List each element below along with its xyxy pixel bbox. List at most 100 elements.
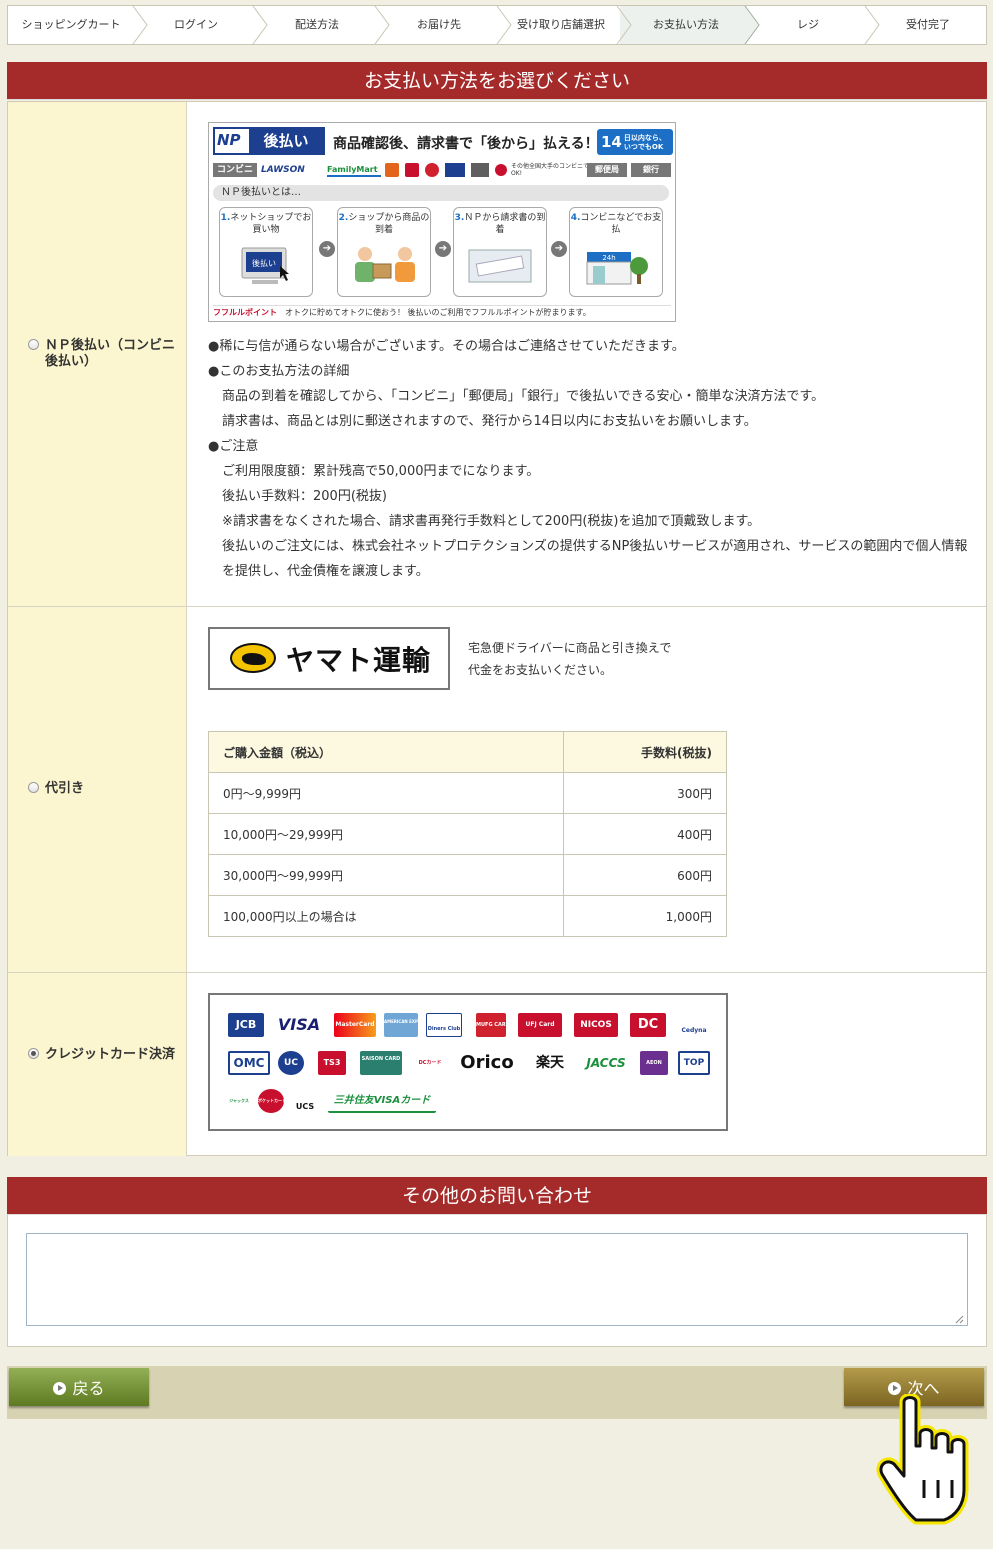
- resize-grip-icon[interactable]: [955, 1315, 964, 1324]
- payment-option-cod: 代引き ヤマト運輸 宅急便ドライバーに商品と引き換えで 代金をお支払いください。…: [8, 607, 986, 973]
- np-detail-line: ●このお支払方法の詳細: [208, 364, 350, 379]
- np-step-1: 1.ネットショップでお買い物 後払い: [219, 207, 313, 297]
- invoice-icon: [468, 249, 532, 283]
- uc-logo: UC: [278, 1051, 304, 1075]
- top-card-logo: TOP: [678, 1051, 710, 1075]
- jaccs-logo: JACCS: [586, 1056, 626, 1070]
- card-radio-option[interactable]: クレジットカード決済: [28, 1047, 178, 1063]
- np-slogan: 商品確認後、請求書で「後から」払える！: [333, 136, 599, 152]
- aeon-logo: AEON: [640, 1051, 668, 1075]
- step-delivery-address: お届け先: [417, 18, 461, 31]
- smbc-visa-logo: 三井住友VISAカード: [328, 1089, 436, 1113]
- mastercard-logo: MasterCard: [334, 1013, 376, 1037]
- step-store-select: 受け取り店舗選択: [517, 18, 605, 31]
- saison-logo: SAISON CARD: [360, 1051, 402, 1075]
- mufg-logo: MUFG CARD: [476, 1013, 506, 1037]
- arrow-right-icon: ➔: [551, 241, 567, 257]
- store-icon: [445, 163, 465, 177]
- step-payment-method: お支払い方法: [620, 6, 746, 44]
- yamato-cat-icon: [230, 643, 276, 673]
- np-logo: NP 後払い: [213, 127, 325, 155]
- pocket-card-logo: ポケットカード: [258, 1089, 284, 1113]
- orico-logo: Orico: [460, 1052, 514, 1073]
- option-label-cell: 代引き: [8, 607, 187, 972]
- nicos-logo: NICOS: [574, 1013, 618, 1037]
- inquiry-body: [7, 1215, 987, 1347]
- option-label-cell: クレジットカード決済: [8, 973, 187, 1156]
- np-detail-line: ●ご注意: [208, 439, 259, 454]
- np-detail-line: ※請求書をなくされた場合、請求書再発行手数料として200円(税抜)を追加で頂戴致…: [222, 514, 761, 529]
- cedyna-logo: Cedyna: [681, 1027, 707, 1034]
- payment-option-np: ＮＰ後払い（コンビニ後払い） NP 後払い 商品確認後、請求書で「後から」払える…: [8, 102, 986, 607]
- step-separator-icon: [864, 6, 880, 44]
- step-separator-icon: [616, 6, 632, 44]
- store-icon: [405, 163, 419, 177]
- column-header-amount: ご購入金額（税込）: [208, 731, 564, 773]
- np-detail-line: 請求書は、商品とは別に郵送されますので、発行から14日以内にお支払いをお願いしま…: [222, 414, 757, 429]
- cod-fee-table: ご購入金額（税込） 手数料(税抜) 0円～9,999円 300円 10,000円…: [208, 731, 727, 937]
- navigation-bar: 戻る 次へ: [7, 1366, 987, 1419]
- table-row: 0円～9,999円 300円: [208, 772, 727, 814]
- step-register: レジ: [797, 18, 819, 31]
- step-separator-icon: [496, 6, 512, 44]
- np-step-3: 3.ＮＰから請求書の到着: [453, 207, 547, 297]
- arrow-circle-icon: [53, 1382, 67, 1395]
- column-header-fee: 手数料(税抜): [563, 731, 727, 773]
- diners-logo: Diners Club: [426, 1013, 462, 1037]
- svg-text:後払い: 後払い: [252, 258, 276, 268]
- seven-eleven-icon: [385, 163, 399, 177]
- back-button[interactable]: 戻る: [9, 1368, 149, 1406]
- table-row: 30,000円～99,999円 600円: [208, 854, 727, 896]
- table-header-row: ご購入金額（税込） 手数料(税抜): [208, 731, 727, 773]
- cod-radio-option[interactable]: 代引き: [28, 781, 178, 797]
- inquiry-textarea[interactable]: [26, 1233, 968, 1326]
- store-icon: [425, 163, 439, 177]
- cod-description: 宅急便ドライバーに商品と引き換えで 代金をお支払いください。: [468, 641, 672, 677]
- np-detail-line: 後払いのご注文には、株式会社ネットプロテクションズの提供するNP後払いサービスが…: [222, 539, 968, 579]
- np-radio[interactable]: [28, 339, 39, 350]
- step-login: ログイン: [174, 18, 218, 31]
- np-radio-label: ＮＰ後払い（コンビニ後払い）: [45, 338, 176, 369]
- inquiry-section-title: その他のお問い合わせ: [7, 1177, 987, 1215]
- table-row: 10,000円～29,999円 400円: [208, 813, 727, 855]
- step-separator-icon: [132, 6, 148, 44]
- yamato-logo: ヤマト運輸: [208, 627, 450, 690]
- checkout-steps: ショッピングカート ログイン 配送方法 お届け先 受け取り店舗選択 お支払い方法…: [7, 5, 987, 45]
- np-step-2: 2.ショップから商品の到着: [337, 207, 431, 297]
- card-radio-label: クレジットカード決済: [45, 1047, 176, 1062]
- arrow-right-icon: ➔: [319, 241, 335, 257]
- omc-logo: OMC: [228, 1051, 270, 1075]
- dccard-logo: DCカード: [418, 1060, 442, 1066]
- cod-radio-label: 代引き: [45, 781, 85, 796]
- np-what-is: ＮＰ後払いとは…: [213, 185, 669, 201]
- payment-options: ＮＰ後払い（コンビニ後払い） NP 後払い 商品確認後、請求書で「後から」払える…: [7, 101, 987, 1156]
- cod-radio[interactable]: [28, 782, 39, 793]
- rakuten-logo: 楽天: [536, 1055, 564, 1071]
- step-shipping-method: 配送方法: [295, 18, 339, 31]
- np-step-4: 4.コンビニなどでお支払 24h: [569, 207, 663, 297]
- jcb-logo: JCB: [228, 1013, 264, 1037]
- np-point-footer: フフルルポイント オトクに貯めてオトクに使おう！ 後払いのご利用でフフルルポイン…: [213, 305, 671, 319]
- ts3-logo: TS3: [318, 1051, 346, 1075]
- option-label-cell: ＮＰ後払い（コンビニ後払い）: [8, 102, 187, 606]
- jaccs-small-logo: ジャックス: [229, 1098, 249, 1103]
- card-radio[interactable]: [28, 1048, 39, 1059]
- np-banner: NP 後払い 商品確認後、請求書で「後から」払える！ 14 日以内なら、いつでもO…: [208, 122, 676, 322]
- svg-text:24h: 24h: [602, 254, 615, 262]
- delivery-person-icon: [355, 247, 415, 282]
- np-detail-line: ●稀に与信が通らない場合がございます。その場合はご連絡させていただきます。: [208, 339, 685, 354]
- np-14day-badge: 14 日以内なら、いつでもOK: [597, 129, 673, 155]
- payment-section-title: お支払い方法をお選びください: [7, 62, 987, 100]
- np-detail-line: 後払い手数料：200円(税抜): [222, 489, 387, 504]
- ucs-logo: UCS: [295, 1102, 315, 1111]
- np-details: ●稀に与信が通らない場合がございます。その場合はご連絡させていただきます。 ●こ…: [208, 334, 968, 584]
- store-icon: [471, 163, 489, 177]
- step-separator-icon: [744, 6, 760, 44]
- computer-icon: 後払い: [241, 247, 289, 284]
- card-brand-logos: JCB VISA MasterCard AMERICAN EXPRESS Din…: [208, 993, 728, 1131]
- np-detail-line: 商品の到着を確認してから、「コンビニ」「郵便局」「銀行」で後払いできる安心・簡単…: [222, 389, 825, 404]
- step-separator-icon: [252, 6, 268, 44]
- step-complete: 受付完了: [906, 18, 950, 31]
- ufj-card-logo: UFJ Card: [518, 1013, 562, 1037]
- np-radio-option[interactable]: ＮＰ後払い（コンビニ後払い）: [28, 338, 178, 370]
